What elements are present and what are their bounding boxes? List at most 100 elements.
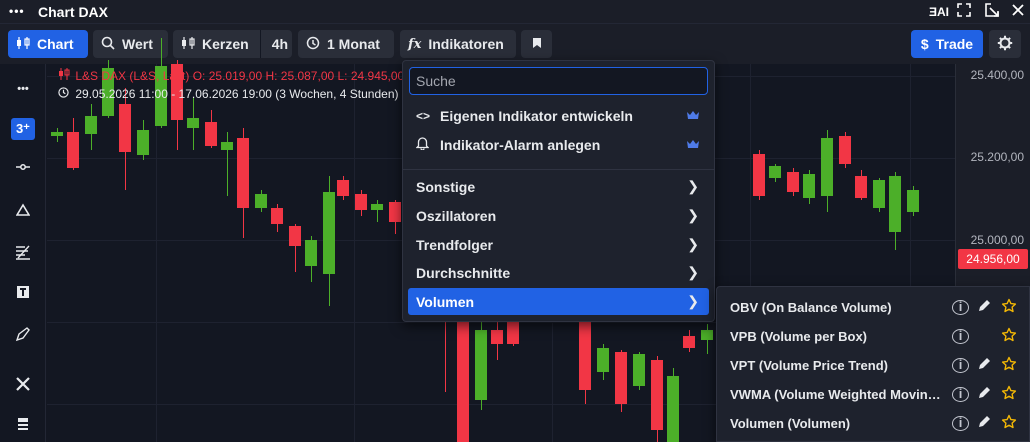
range-text: 29.05.2026 11:00 - 17.06.2026 19:00 (3 W…: [75, 87, 399, 101]
clock-icon: [58, 87, 72, 101]
indicator-alarm-item[interactable]: Indikator-Alarm anlegen: [408, 131, 709, 158]
indicator-search-input[interactable]: [409, 67, 708, 95]
candle: [701, 324, 713, 354]
candle: [667, 368, 679, 442]
volume-indicator-item[interactable]: VPT (Volume Price Trend) i: [717, 351, 1029, 380]
edit-icon[interactable]: [975, 386, 992, 403]
category-volumen[interactable]: Volumen ❯: [408, 288, 709, 315]
clock-icon: [306, 36, 320, 53]
bell-icon: [415, 136, 434, 153]
ai-button[interactable]: ƎAI: [928, 3, 950, 21]
candle: [839, 132, 851, 168]
indicator-name: VPB (Volume per Box): [730, 329, 868, 344]
volume-submenu: OBV (On Balance Volume) i VPB (Volume per …: [716, 286, 1030, 442]
indicators-button[interactable]: fx Indikatoren: [400, 30, 516, 58]
volume-indicator-item[interactable]: VWMA (Volume Weighted Moving Average) i: [717, 380, 1029, 409]
category-label: Trendfolger: [416, 236, 494, 253]
close-icon[interactable]: [1009, 3, 1027, 21]
candles-button[interactable]: Kerzen: [202, 36, 249, 52]
fullscreen-icon[interactable]: [955, 3, 973, 21]
segment-divider: [259, 30, 261, 58]
menu-item-label: Indikator-Alarm anlegen: [440, 136, 601, 153]
chart-label: Chart: [37, 36, 74, 52]
tools-icon[interactable]: [11, 376, 35, 398]
chart-type-group: Kerzen 4h: [173, 30, 292, 58]
more-tools-icon[interactable]: •••: [11, 78, 35, 100]
star-icon[interactable]: [1000, 327, 1017, 346]
candle: [683, 330, 695, 352]
category-durchschnitte[interactable]: Durchschnitte ❯: [408, 259, 709, 286]
candle: [337, 176, 349, 200]
candle: [187, 98, 199, 150]
info-icon[interactable]: i: [952, 329, 969, 344]
indicator-name: OBV (On Balance Volume): [730, 300, 892, 315]
menu-item-label: Eigenen Indikator entwickeln: [440, 107, 633, 124]
crosshair-tool-icon[interactable]: 3⁺: [11, 118, 35, 140]
trade-button[interactable]: $ Trade: [911, 30, 983, 58]
category-oszillatoren[interactable]: Oszillatoren ❯: [408, 202, 709, 229]
develop-indicator-item[interactable]: <> Eigenen Indikator entwickeln: [408, 102, 709, 129]
more-dots-icon[interactable]: •••: [9, 4, 25, 18]
value-label: Wert: [122, 36, 153, 52]
candle: [597, 344, 609, 380]
candles-icon: [181, 36, 195, 53]
star-icon[interactable]: [1000, 414, 1017, 433]
triangle-tool-icon[interactable]: [11, 202, 35, 224]
window-title: Chart DAX: [38, 4, 109, 20]
category-trendfolger[interactable]: Trendfolger ❯: [408, 231, 709, 258]
info-icon[interactable]: i: [952, 387, 969, 402]
dollar-icon: $: [920, 36, 929, 52]
volume-indicator-item[interactable]: OBV (On Balance Volume) i: [717, 293, 1029, 322]
candle: [787, 168, 799, 196]
info-icon[interactable]: i: [952, 358, 969, 373]
bookmark-button[interactable]: [521, 30, 552, 58]
candle: [615, 350, 627, 412]
price-label: 25.200,00: [970, 150, 1024, 164]
candle: [355, 190, 367, 216]
fx-icon: fx: [408, 36, 422, 52]
indicator-name: Volumen (Volumen): [730, 416, 851, 431]
interval-button[interactable]: 4h: [272, 36, 288, 52]
category-label: Volumen: [416, 293, 475, 310]
drawing-toolbar: ••• 3⁺: [0, 64, 46, 442]
category-sonstige[interactable]: Sonstige ❯: [408, 173, 709, 200]
star-icon[interactable]: [1000, 356, 1017, 375]
info-icon[interactable]: i: [952, 416, 969, 431]
candle: [221, 132, 233, 196]
volume-indicator-item[interactable]: VPB (Volume per Box) i: [717, 322, 1029, 351]
current-price-tag: 24.956,00: [958, 249, 1028, 269]
settings-button[interactable]: [989, 30, 1021, 58]
text-tool-icon[interactable]: [11, 284, 35, 306]
indicator-name: VWMA (Volume Weighted Moving Average): [730, 387, 945, 402]
code-icon: <>: [416, 108, 431, 123]
bookmark-icon: [532, 36, 542, 52]
undock-icon[interactable]: [983, 3, 1001, 21]
volume-indicator-item[interactable]: Volumen (Volumen) i: [717, 409, 1029, 438]
pencil-tool-icon[interactable]: [11, 326, 35, 348]
star-icon[interactable]: [1000, 298, 1017, 317]
edit-icon[interactable]: [975, 357, 992, 374]
layers-icon[interactable]: [11, 416, 35, 438]
star-icon[interactable]: [1000, 385, 1017, 404]
chevron-right-icon: ❯: [687, 293, 699, 309]
indicators-label: Indikatoren: [428, 36, 504, 52]
candle: [271, 204, 283, 232]
horizontal-line-tool-icon[interactable]: [11, 159, 35, 181]
candle: [51, 128, 63, 142]
category-label: Durchschnitte: [416, 264, 511, 281]
trade-label: Trade: [935, 36, 974, 52]
category-label: Sonstige: [416, 178, 476, 195]
edit-icon[interactable]: [975, 415, 992, 432]
price-label: 25.000,00: [970, 233, 1024, 247]
info-icon[interactable]: i: [952, 300, 969, 315]
range-button[interactable]: 1 Monat: [298, 30, 394, 58]
chart-button[interactable]: Chart: [8, 30, 88, 58]
candle: [305, 236, 317, 282]
crown-icon: [686, 109, 700, 123]
candle: [389, 200, 401, 234]
candle: [255, 190, 267, 212]
edit-icon[interactable]: [975, 299, 992, 316]
fibonacci-tool-icon[interactable]: [11, 244, 35, 266]
candle: [803, 170, 815, 204]
search-icon: [101, 36, 115, 53]
